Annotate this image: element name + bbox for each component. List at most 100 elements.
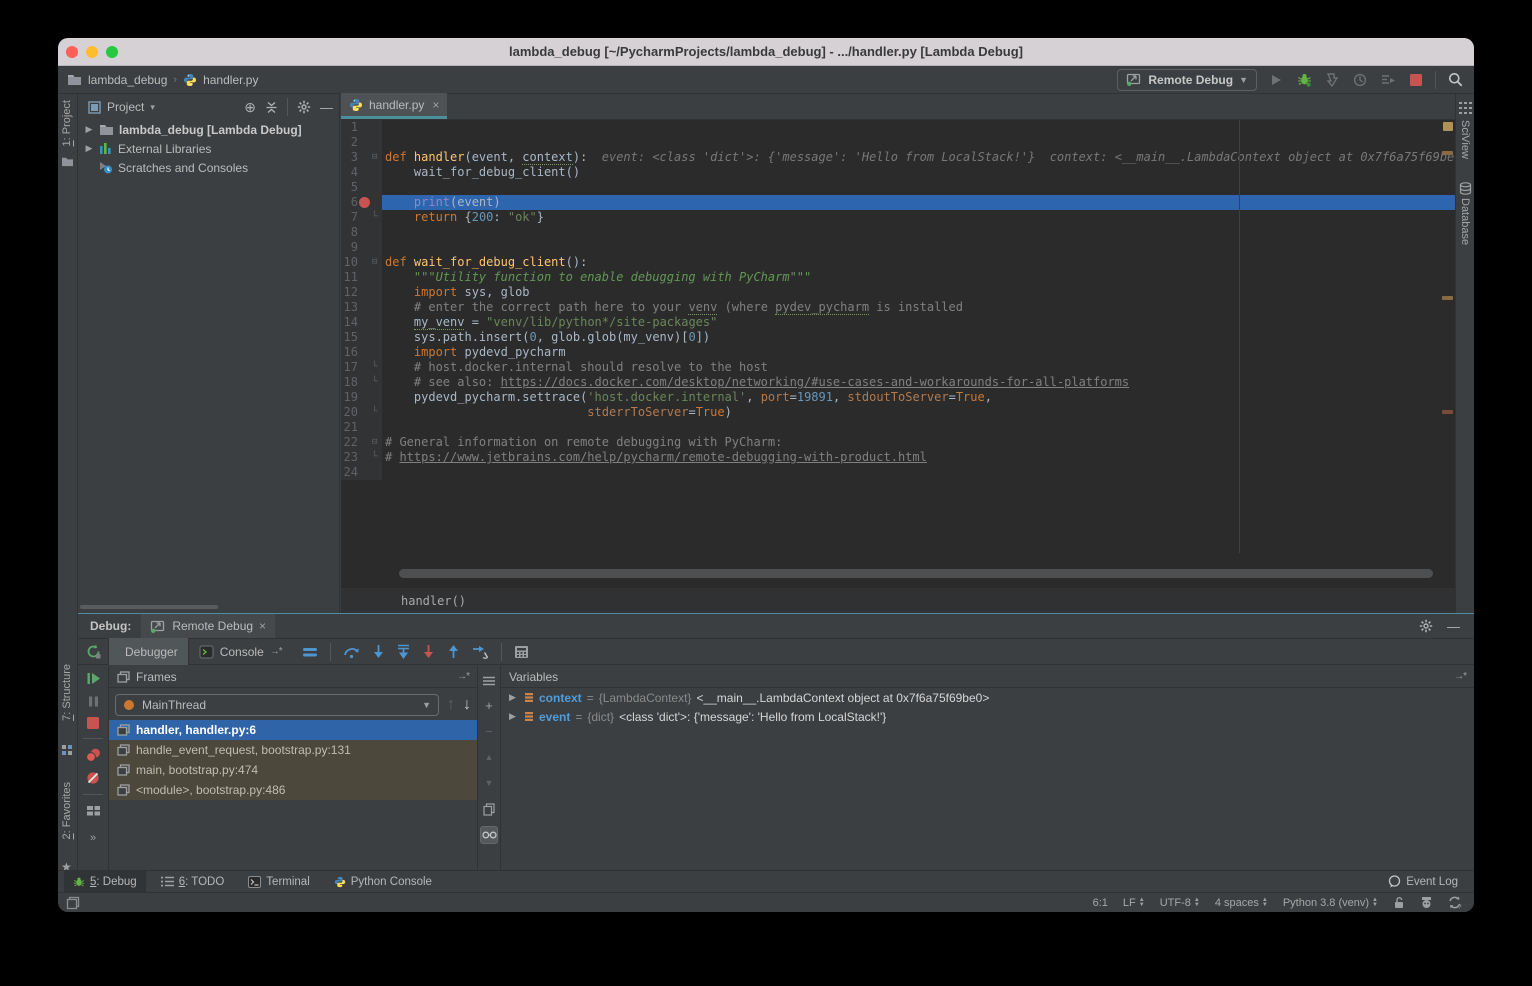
gutter[interactable]: 5 (341, 180, 382, 195)
gutter[interactable]: 17└ (341, 360, 382, 375)
gutter[interactable]: 4 (341, 165, 382, 180)
interpreter-select[interactable]: Python 3.8 (venv)▲▼ (1283, 897, 1378, 909)
fold-marker[interactable] (372, 420, 382, 435)
gutter[interactable]: 21 (341, 420, 382, 435)
duplicate-watch-button[interactable] (480, 800, 498, 818)
gutter[interactable]: 23└ (341, 450, 382, 465)
code-line[interactable]: 8 (341, 225, 1455, 240)
zoom-window-button[interactable] (106, 46, 118, 58)
step-into-button[interactable] (372, 644, 385, 659)
tool-button-python-console[interactable]: Python Console (325, 871, 441, 893)
search-everywhere-button[interactable] (1446, 71, 1464, 89)
run-configuration-select[interactable]: Remote Debug ▼ (1117, 69, 1257, 91)
tool-button-project[interactable]: 1: Project (61, 100, 73, 146)
frame-up-button[interactable]: ↑ (447, 696, 455, 714)
show-watches-button[interactable] (480, 826, 498, 844)
fold-marker[interactable] (372, 225, 382, 240)
editor-horizontal-scrollbar[interactable] (399, 569, 1433, 578)
code-line[interactable]: 6 print(event) (341, 195, 1455, 210)
gutter[interactable]: 11 (341, 270, 382, 285)
gutter[interactable]: 14 (341, 315, 382, 330)
close-tab-icon[interactable]: × (432, 98, 439, 112)
toolwindow-toggle-icon[interactable] (66, 896, 80, 910)
inspection-indicator[interactable] (1443, 122, 1453, 131)
code-line[interactable]: 20└ stderrToServer=True) (341, 405, 1455, 420)
threads-view-icon[interactable] (302, 646, 318, 658)
code-line[interactable]: 1 (341, 120, 1455, 135)
tool-button-favorites[interactable]: 2: Favorites (61, 782, 73, 839)
code-line[interactable]: 16 import pydevd_pycharm (341, 345, 1455, 360)
resume-button[interactable] (86, 671, 101, 686)
gutter[interactable]: 12 (341, 285, 382, 300)
code-line[interactable]: 17└ # host.docker.internal should resolv… (341, 360, 1455, 375)
hide-panel-button[interactable]: — (1447, 619, 1460, 634)
code-line[interactable]: 21 (341, 420, 1455, 435)
variable-row[interactable]: ▶event = {dict} <class 'dict'>: {'messag… (501, 707, 1474, 726)
gutter[interactable]: 1 (341, 120, 382, 135)
settings-gear-icon[interactable] (297, 100, 311, 114)
gutter[interactable]: 7└ (341, 210, 382, 225)
code-line[interactable]: 11 """Utility function to enable debuggi… (341, 270, 1455, 285)
fold-marker[interactable]: ⊟ (372, 150, 382, 165)
run-coverage-button[interactable] (1323, 71, 1341, 89)
code-line[interactable]: 12 import sys, glob (341, 285, 1455, 300)
gutter[interactable]: 6 (341, 195, 382, 210)
readonly-lock-icon[interactable] (1393, 896, 1405, 909)
code-editor[interactable]: 123⊟def handler(event, context): event: … (341, 120, 1455, 480)
gutter[interactable]: 9 (341, 240, 382, 255)
editor-breadcrumb[interactable]: handler() (341, 588, 1455, 613)
gutter[interactable]: 3⊟ (341, 150, 382, 165)
pause-button[interactable] (87, 695, 100, 708)
chevron-down-icon[interactable]: ▾ (150, 102, 155, 113)
project-view-select[interactable]: Project (107, 100, 144, 114)
gutter[interactable]: 13 (341, 300, 382, 315)
code-line[interactable]: 24 (341, 465, 1455, 480)
code-line[interactable]: 3⊟def handler(event, context): event: <c… (341, 150, 1455, 165)
code-viewport[interactable]: 123⊟def handler(event, context): event: … (341, 120, 1455, 553)
gutter[interactable]: 15 (341, 330, 382, 345)
run-button[interactable] (1267, 71, 1285, 89)
layout-settings-button[interactable] (86, 804, 101, 817)
collapse-all-button[interactable] (265, 101, 278, 114)
debug-session-tab[interactable]: Remote Debug × (141, 614, 275, 638)
fold-marker[interactable] (372, 120, 382, 135)
breakpoint-icon[interactable] (359, 197, 370, 208)
locate-file-button[interactable]: ⊕ (244, 99, 256, 116)
indent-select[interactable]: 4 spaces▲▼ (1215, 897, 1268, 909)
frame-row[interactable]: <module>, bootstrap.py:486 (109, 780, 477, 800)
minimize-window-button[interactable] (86, 46, 98, 58)
close-window-button[interactable] (66, 46, 78, 58)
expand-arrow-icon[interactable]: ▶ (509, 692, 519, 703)
move-up-button[interactable]: ▲ (480, 748, 498, 766)
more-options-button[interactable]: » (90, 832, 96, 844)
gutter[interactable]: 24 (341, 465, 382, 480)
gutter[interactable]: 10⊟ (341, 255, 382, 270)
profiler-button[interactable] (1351, 71, 1369, 89)
gutter[interactable]: 20└ (341, 405, 382, 420)
tool-button-terminal[interactable]: Terminal (239, 871, 318, 893)
fold-marker[interactable] (372, 330, 382, 345)
expand-arrow-icon[interactable]: ▶ (84, 143, 94, 154)
fold-marker[interactable]: └ (372, 405, 382, 420)
expand-arrow-icon[interactable]: ▶ (84, 124, 94, 135)
frame-down-button[interactable]: ↓ (463, 696, 471, 714)
code-line[interactable]: 5 (341, 180, 1455, 195)
fold-marker[interactable]: └ (372, 360, 382, 375)
fold-marker[interactable]: └ (372, 450, 382, 465)
encoding-select[interactable]: UTF-8▲▼ (1160, 897, 1200, 909)
code-line[interactable]: 15 sys.path.insert(0, glob.glob(my_venv)… (341, 330, 1455, 345)
add-watch-button[interactable]: + (480, 696, 498, 714)
gutter[interactable]: 2 (341, 135, 382, 150)
fold-marker[interactable]: ⊟ (372, 255, 382, 270)
gutter[interactable]: 18└ (341, 375, 382, 390)
frame-row[interactable]: main, bootstrap.py:474 (109, 760, 477, 780)
tool-button-sciview[interactable]: SciView (1459, 120, 1471, 159)
tree-item[interactable]: Scratches and Consoles (78, 158, 339, 177)
tool-button-5-debug[interactable]: 5: Debug (64, 871, 146, 893)
hide-panel-button[interactable]: — (320, 100, 333, 115)
fold-marker[interactable] (372, 270, 382, 285)
breadcrumb-project[interactable]: lambda_debug (88, 73, 167, 87)
code-line[interactable]: 19 pydevd_pycharm.settrace('host.docker.… (341, 390, 1455, 405)
code-line[interactable]: 18└ # see also: https://docs.docker.com/… (341, 375, 1455, 390)
stop-debug-button[interactable] (87, 717, 99, 729)
